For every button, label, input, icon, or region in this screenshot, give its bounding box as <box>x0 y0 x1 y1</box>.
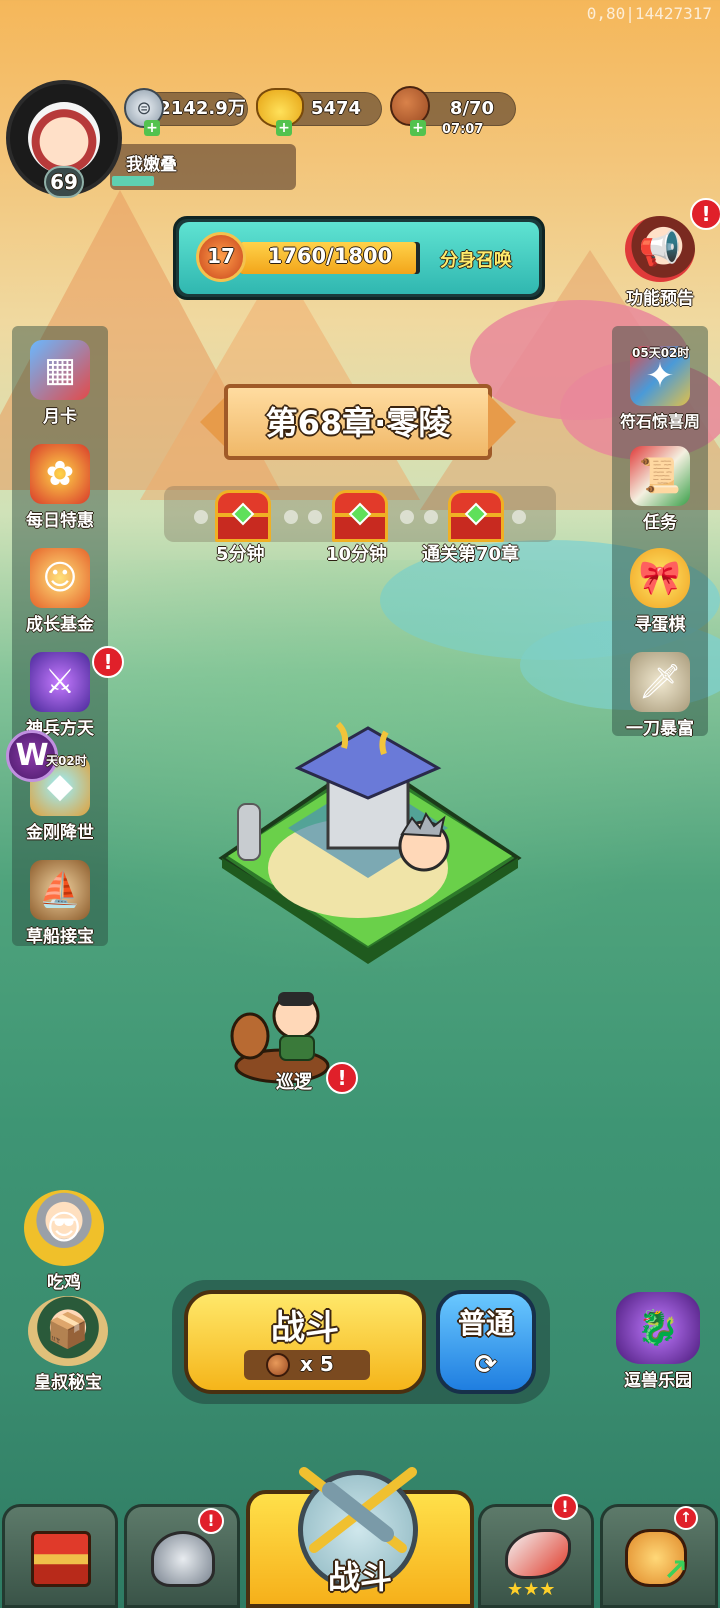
nav-tab-battle-label: 战斗 <box>327 1558 392 1596</box>
battle-cost-meat-icon <box>266 1353 290 1377</box>
sword-stone-icon: 🗡 <box>630 652 690 712</box>
reward-chest-clear-chapter[interactable] <box>448 490 504 542</box>
progress-dot <box>194 510 208 524</box>
summon-label: 分身召唤 <box>440 250 512 271</box>
menu-daily-deals[interactable]: ✿ 每日特惠 <box>10 444 110 531</box>
menu-vajra-descent-label: 金刚降世 <box>26 823 94 843</box>
feature-preview-alert-badge: ! <box>690 198 720 230</box>
beast-dragon-icon: 🐉 <box>616 1292 700 1364</box>
reward-label-10min: 10分钟 <box>326 544 388 565</box>
fund-icon: ☺ <box>30 548 90 608</box>
add-gold-button[interactable]: + <box>276 120 292 136</box>
difficulty-mode-label: 普通 <box>457 1307 514 1340</box>
nav-tab-city[interactable] <box>2 1504 118 1608</box>
menu-monthly-card[interactable]: ▦ 月卡 <box>10 340 110 427</box>
uncle-hero-icon: 📦 <box>28 1296 108 1366</box>
patrol-label: 巡逻 <box>276 1072 312 1093</box>
duck-hero-icon: 😎 <box>24 1190 104 1266</box>
menu-tasks[interactable]: 📜 任务 <box>610 446 710 533</box>
player-name: 我嫩叠 <box>126 155 177 175</box>
progress-dot <box>308 510 322 524</box>
island-scene[interactable] <box>218 718 522 978</box>
progress-dot <box>400 510 414 524</box>
event-beast-park-label: 逗兽乐园 <box>624 1371 692 1391</box>
chapter-title: 第68章·零陵 <box>265 404 451 442</box>
menu-tasks-label: 任务 <box>643 513 677 533</box>
nav-tab-upgrade[interactable]: ↗ <box>600 1504 718 1608</box>
menu-egg-chess-label: 寻蛋棋 <box>634 615 686 635</box>
menu-straw-boat-label: 草船接宝 <box>26 927 94 947</box>
horn-alert-badge: ! <box>552 1494 578 1520</box>
menu-one-slash-fortune[interactable]: 🗡 一刀暴富 <box>610 652 710 739</box>
summon-level-medal: 17 <box>196 232 246 282</box>
summon-progress-text: 1760/1800 <box>267 244 393 268</box>
reward-label-clear-chapter: 通关第70章 <box>422 544 520 565</box>
player-level-badge: 69 <box>44 166 84 198</box>
event-uncle-treasure[interactable]: 📦 皇叔秘宝 <box>18 1296 118 1393</box>
egg-icon: 🎀 <box>630 548 690 608</box>
add-silver-button[interactable]: + <box>144 120 160 136</box>
nav-tab-horn[interactable]: ★★★ <box>478 1504 594 1608</box>
menu-monthly-card-label: 月卡 <box>43 407 77 427</box>
gift-bag-icon: ✿ <box>30 444 90 504</box>
reward-chest-5min[interactable] <box>215 490 271 542</box>
three-stars-icon: ★★★ <box>507 1579 556 1600</box>
battle-cost-text: x 5 <box>300 1352 334 1376</box>
event-beast-park[interactable]: 🐉 逗兽乐园 <box>608 1292 708 1391</box>
scroll-icon: 📜 <box>630 446 690 506</box>
patrol-alert-badge: ! <box>326 1062 358 1094</box>
boat-icon: ⛵ <box>30 860 90 920</box>
menu-one-slash-fortune-label: 一刀暴富 <box>626 719 694 739</box>
upgrade-available-badge: ↑ <box>674 1506 698 1530</box>
menu-growth-fund-label: 成长基金 <box>26 615 94 635</box>
event-uncle-treasure-label: 皇叔秘宝 <box>34 1373 102 1393</box>
add-stamina-button[interactable]: + <box>410 120 426 136</box>
player-exp-bar <box>112 176 154 186</box>
divine-weapon-alert-badge: ! <box>92 646 124 678</box>
city-gate-icon <box>31 1531 91 1587</box>
stamina-value: 8/70 <box>449 98 495 119</box>
announcer-icon: 📢 <box>625 216 695 282</box>
event-chicken-dinner-label: 吃鸡 <box>47 1273 81 1293</box>
menu-daily-deals-label: 每日特惠 <box>26 511 94 531</box>
menu-straw-boat[interactable]: ⛵ 草船接宝 <box>10 860 110 947</box>
heroes-alert-badge: ! <box>198 1508 224 1534</box>
progress-dot <box>512 510 526 524</box>
vajra-descent-timer: 天02时 <box>46 754 87 768</box>
sword-emblem-icon <box>299 1467 417 1553</box>
reward-chest-10min[interactable] <box>332 490 388 542</box>
debug-overlay-text: 0,80|14427317 <box>586 4 712 23</box>
stamina-timer: 07:07 <box>442 122 484 137</box>
weapon-icon: ⚔ <box>30 652 90 712</box>
refresh-icon: ⟳ <box>475 1350 497 1380</box>
menu-feature-preview-label: 功能预告 <box>626 289 694 309</box>
menu-egg-chess[interactable]: 🎀 寻蛋棋 <box>610 548 710 635</box>
menu-feature-preview[interactable]: 📢 功能预告 <box>610 216 710 309</box>
battle-button-label: 战斗 <box>271 1308 339 1348</box>
menu-rune-week-label: 符石惊喜周 <box>619 412 700 431</box>
helmet-icon <box>151 1531 215 1587</box>
reward-label-5min: 5分钟 <box>216 544 265 565</box>
horn-icon <box>505 1529 571 1579</box>
up-arrow-icon: ↗ <box>663 1553 689 1588</box>
progress-dot <box>284 510 298 524</box>
progress-dot <box>424 510 438 524</box>
menu-growth-fund[interactable]: ☺ 成长基金 <box>10 548 110 635</box>
calendar-icon: ▦ <box>30 340 90 400</box>
event-chicken-dinner[interactable]: 😎 吃鸡 <box>14 1190 114 1293</box>
avatar-portrait <box>28 102 100 174</box>
rune-week-timer: 05天02时 <box>632 346 690 360</box>
